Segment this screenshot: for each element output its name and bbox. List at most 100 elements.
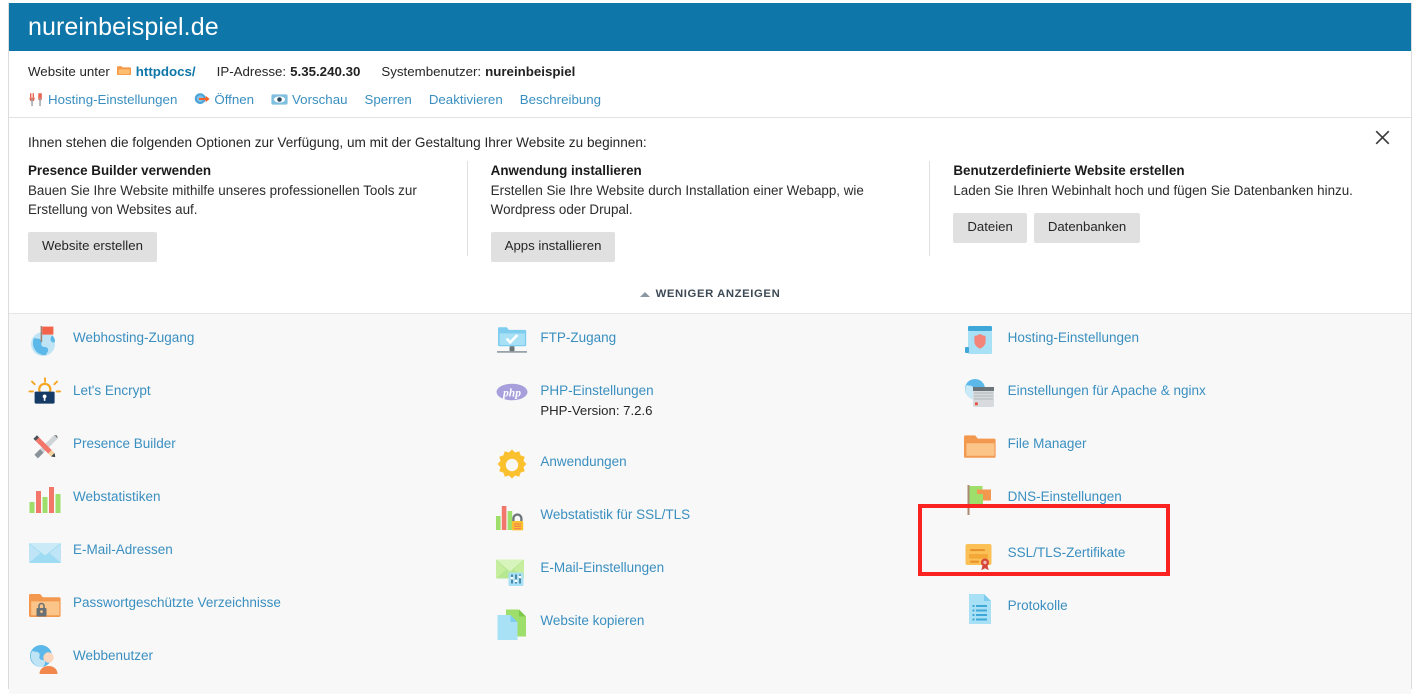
pencil-hammer-icon xyxy=(28,430,62,464)
panel-lead-text: Ihnen stehen die folgenden Optionen zur … xyxy=(28,135,647,150)
domain-info-row: Website unter httpdocs/ IP-Adresse: 5.35… xyxy=(28,62,1411,80)
domain-card: nureinbeispiel.de Website unter httpdocs… xyxy=(8,3,1412,694)
tool-email-adressen[interactable]: E-Mail-Adressen xyxy=(9,538,476,591)
tools-icon xyxy=(28,92,44,107)
page-title: nureinbeispiel.de xyxy=(28,12,219,41)
tool-protokolle[interactable]: Protokolle xyxy=(944,593,1411,647)
globe-flag-icon xyxy=(28,324,62,358)
tool-website-kopieren[interactable]: Website kopieren xyxy=(476,609,943,662)
tool-label[interactable]: Hosting-Einstellungen xyxy=(1008,330,1139,345)
tool-anwendungen[interactable]: Anwendungen xyxy=(476,448,943,503)
copy-pages-icon xyxy=(495,607,529,641)
globe-server-icon xyxy=(963,377,997,411)
toggle-row: WENIGER ANZEIGEN xyxy=(9,284,1411,313)
tool-apache-nginx[interactable]: Einstellungen für Apache & nginx xyxy=(944,377,1411,432)
domain-header: nureinbeispiel.de xyxy=(9,3,1411,51)
action-suspend[interactable]: Sperren xyxy=(365,92,412,107)
create-website-button[interactable]: Website erstellen xyxy=(28,232,157,262)
tool-file-manager[interactable]: File Manager xyxy=(944,432,1411,485)
tool-lets-encrypt[interactable]: Let's Encrypt xyxy=(9,377,476,432)
tool-label[interactable]: Anwendungen xyxy=(540,454,626,469)
tool-label[interactable]: E-Mail-Adressen xyxy=(73,542,173,557)
gear-icon xyxy=(495,448,529,482)
tool-label[interactable]: Webstatistik für SSL/TLS xyxy=(540,507,690,522)
tool-dns-einstellungen[interactable]: DNS-Einstellungen xyxy=(944,484,1411,538)
tool-label[interactable]: DNS-Einstellungen xyxy=(1008,489,1122,504)
files-button[interactable]: Dateien xyxy=(953,213,1027,243)
promo-title: Benutzerdefinierte Website erstellen xyxy=(953,163,1185,178)
promo-buttons: Apps installieren xyxy=(490,232,906,262)
folder-open-icon xyxy=(963,430,997,464)
install-apps-button[interactable]: Apps installieren xyxy=(490,232,616,262)
promo-text: Bauen Sie Ihre Website mithilfe unseres … xyxy=(28,183,417,218)
tool-text: Passwortgeschützte Verzeichnisse xyxy=(73,591,281,612)
tool-label[interactable]: Passwortgeschützte Verzeichnisse xyxy=(73,595,281,610)
tool-label[interactable]: Einstellungen für Apache & nginx xyxy=(1008,383,1206,398)
show-less-label: WENIGER ANZEIGEN xyxy=(655,288,781,301)
tool-ftp-zugang[interactable]: FTP-Zugang xyxy=(476,326,943,379)
tool-label[interactable]: Webstatistiken xyxy=(73,489,161,504)
svg-text:php: php xyxy=(502,387,521,399)
action-deactivate[interactable]: Deaktivieren xyxy=(429,92,503,107)
tool-webbenutzer[interactable]: Webbenutzer xyxy=(9,644,476,694)
ip-label: IP-Adresse: xyxy=(216,63,287,79)
tools-column-2: FTP-Zugang php PHP-Einstellungen PHP-Ver… xyxy=(476,326,943,694)
tool-ssl-tls-zertifikate[interactable]: SSL/TLS-Zertifikate xyxy=(944,538,1411,594)
domain-actions-row: Hosting-Einstellungen Öffnen Vorschau Sp… xyxy=(28,89,1411,109)
envelope-settings-icon xyxy=(495,554,529,588)
show-less-button[interactable]: WENIGER ANZEIGEN xyxy=(634,287,787,301)
tool-presence-builder[interactable]: Presence Builder xyxy=(9,432,476,485)
promo-text: Laden Sie Ihren Webinhalt hoch und fügen… xyxy=(953,183,1353,198)
tool-webstatistiken[interactable]: Webstatistiken xyxy=(9,485,476,538)
tool-label[interactable]: Protokolle xyxy=(1008,598,1068,613)
tool-label[interactable]: Let's Encrypt xyxy=(73,383,151,398)
tool-passwortgeschuetzte-verzeichnisse[interactable]: Passwortgeschützte Verzeichnisse xyxy=(9,591,476,644)
tool-label[interactable]: SSL/TLS-Zertifikate xyxy=(1008,545,1126,560)
tool-text: Website kopieren xyxy=(540,609,644,630)
tool-label[interactable]: FTP-Zugang xyxy=(540,330,616,345)
website-location-label: Website unter xyxy=(28,63,110,79)
databases-button[interactable]: Datenbanken xyxy=(1033,213,1141,243)
action-label: Hosting-Einstellungen xyxy=(48,91,178,107)
tool-label[interactable]: Presence Builder xyxy=(73,436,176,451)
tools-column-3: Hosting-Einstellungen Einstellungen für … xyxy=(944,325,1411,694)
action-label: Vorschau xyxy=(292,91,348,107)
promo-buttons: Dateien Datenbanken xyxy=(953,213,1368,243)
tool-text: Protokolle xyxy=(1008,594,1068,615)
promo-columns: Presence Builder verwenden Bauen Sie Ihr… xyxy=(9,161,1411,262)
tool-webstatistik-ssl[interactable]: Webstatistik für SSL/TLS xyxy=(476,503,943,556)
tool-label[interactable]: PHP-Einstellungen xyxy=(540,383,653,398)
tool-text: Let's Encrypt xyxy=(73,379,151,400)
tool-text: Webhosting-Zugang xyxy=(73,326,194,347)
tools-grid: Webhosting-Zugang Let's Encrypt Presence… xyxy=(9,313,1411,694)
tool-text: FTP-Zugang xyxy=(540,326,616,347)
bar-chart-lock-icon xyxy=(495,501,529,535)
tool-email-einstellungen[interactable]: E-Mail-Einstellungen xyxy=(476,556,943,609)
tool-label[interactable]: Webhosting-Zugang xyxy=(73,330,194,345)
action-open[interactable]: Öffnen xyxy=(194,92,254,107)
tool-text: Hosting-Einstellungen xyxy=(1008,326,1139,347)
domain-info-strip: Website unter httpdocs/ IP-Adresse: 5.35… xyxy=(9,51,1411,118)
tool-label[interactable]: File Manager xyxy=(1008,436,1087,451)
chevron-up-icon xyxy=(639,291,650,297)
tool-label[interactable]: Webbenutzer xyxy=(73,648,153,663)
getting-started-panel: Ihnen stehen die folgenden Optionen zur … xyxy=(9,118,1411,314)
folder-icon xyxy=(116,65,131,77)
action-description[interactable]: Beschreibung xyxy=(520,92,601,107)
folder-lock-icon xyxy=(28,589,62,623)
close-icon[interactable] xyxy=(1371,128,1393,150)
promo-title: Presence Builder verwenden xyxy=(28,163,212,178)
tool-text: E-Mail-Adressen xyxy=(73,538,173,559)
tool-php-einstellungen[interactable]: php PHP-Einstellungen PHP-Version: 7.2.6 xyxy=(476,379,943,432)
tool-label[interactable]: Website kopieren xyxy=(540,613,644,628)
globe-user-icon xyxy=(28,642,62,676)
action-hosting-settings[interactable]: Hosting-Einstellungen xyxy=(28,92,177,107)
promo-text: Erstellen Sie Ihre Website durch Install… xyxy=(490,183,864,218)
tool-webhosting-zugang[interactable]: Webhosting-Zugang xyxy=(9,324,476,379)
ip-value: 5.35.240.30 xyxy=(290,63,361,79)
httpdocs-link[interactable]: httpdocs/ xyxy=(136,64,196,79)
action-preview[interactable]: Vorschau xyxy=(271,91,348,107)
tool-text: E-Mail-Einstellungen xyxy=(540,556,664,577)
tool-hosting-einstellungen[interactable]: Hosting-Einstellungen xyxy=(944,325,1411,379)
tool-label[interactable]: E-Mail-Einstellungen xyxy=(540,560,664,575)
